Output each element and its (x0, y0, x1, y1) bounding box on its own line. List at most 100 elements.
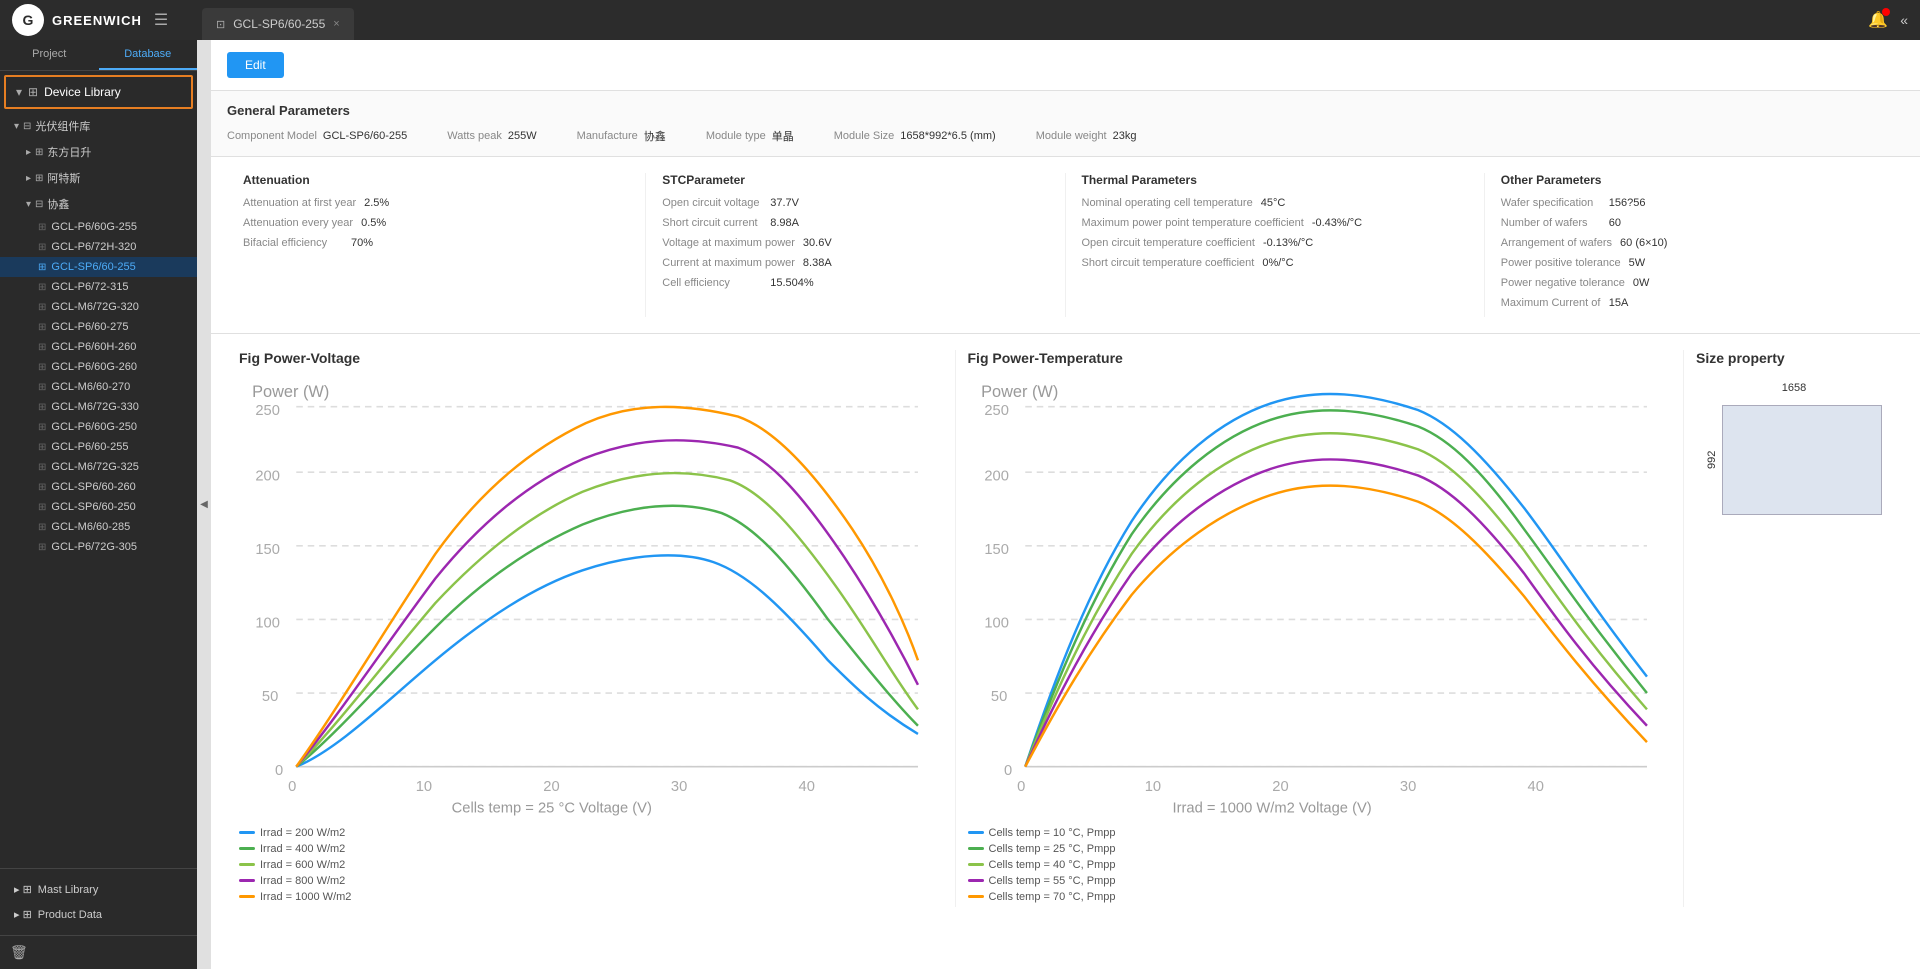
svg-text:200: 200 (984, 468, 1009, 484)
topbar-right: 🔔 « (1868, 10, 1908, 30)
tree-item-GCL-P6-60G-260[interactable]: ⊞GCL-P6/60G-260 (0, 357, 197, 377)
tree-item-GCL-M6-72G-330[interactable]: ⊞ GCL-M6/72G-330 (0, 397, 197, 417)
detail-key: Current at maximum power (662, 257, 795, 269)
legend-item: Irrad = 400 W/m2 (239, 843, 943, 855)
tree-item-GCL-M6-72G-320[interactable]: ⊞GCL-M6/72G-320 (0, 297, 197, 317)
svg-text:150: 150 (984, 542, 1009, 558)
collapse-arrow-icon: ◀ (200, 499, 208, 510)
module-label: GCL-P6/60-275 (51, 321, 128, 333)
detail-key: Open circuit voltage (662, 197, 762, 209)
tree-item-GCL-M6-60-285[interactable]: ⊞GCL-M6/60-285 (0, 517, 197, 537)
sidebar-mast-library[interactable]: ▸ ⊞ Mast Library (10, 877, 187, 902)
detail-row: Cell efficiency15.504% (662, 277, 1048, 289)
component-model-value: GCL-SP6/60-255 (323, 130, 407, 142)
detail-val: 70% (351, 237, 373, 249)
notification-bell-icon[interactable]: 🔔 (1868, 10, 1888, 30)
detail-val: 45°C (1261, 197, 1286, 209)
tree-item-GCL-P6-60G-250[interactable]: ⊞GCL-P6/60G-250 (0, 417, 197, 437)
legend-label: Irrad = 200 W/m2 (260, 827, 345, 839)
hamburger-icon[interactable]: ☰ (154, 10, 168, 30)
edit-button[interactable]: Edit (227, 52, 284, 78)
sidebar-product-data[interactable]: ▸ ⊞ Product Data (10, 902, 187, 927)
tree-item-GCL-P6-60-275[interactable]: ⊞ GCL-P6/60-275 (0, 317, 197, 337)
device-library-header[interactable]: ▾ ⊞ Device Library (4, 75, 193, 109)
svg-text:250: 250 (984, 403, 1009, 419)
nav-database[interactable]: Database (99, 40, 198, 70)
module-type-value: 单晶 (772, 128, 794, 144)
size-property: Size property 1658 992 (1684, 350, 1904, 907)
svg-text:20: 20 (543, 779, 559, 795)
dfrs-label: 东方日升 (47, 144, 91, 160)
mast-library-icon: ▸ ⊞ (14, 883, 32, 896)
module-icon: ⊞ (38, 322, 46, 333)
tree-item-GCL-P6-72-315[interactable]: ⊞GCL-P6/72-315 (0, 277, 197, 297)
svg-text:250: 250 (255, 403, 280, 419)
manufacture-label: Manufacture (577, 130, 638, 142)
legend-item: Cells temp = 10 °C, Pmpp (968, 827, 1672, 839)
detail-val: 5W (1629, 257, 1646, 269)
general-parameters-title: General Parameters (227, 103, 1904, 118)
detail-row: Short circuit temperature coefficient0%/… (1082, 257, 1468, 269)
tree-group-pvmodule: ▾ ⊟ 光伏组件库 ▸ ⊞ 东方日升 ▸ ⊞ (0, 113, 197, 557)
legend-label: Cells temp = 70 °C, Pmpp (989, 891, 1116, 903)
ats-folder-icon: ⊞ (35, 173, 43, 184)
chart2-legend: Cells temp = 10 °C, PmppCells temp = 25 … (968, 827, 1672, 903)
module-label: GCL-P6/72H-320 (51, 241, 136, 253)
tree-item-GCL-P6-60-255[interactable]: ⊞GCL-P6/60-255 (0, 437, 197, 457)
tab-close-button[interactable]: × (333, 18, 339, 30)
group-ats-header[interactable]: ▸ ⊞ 阿特斯 (0, 165, 197, 191)
pvmodule-expand-icon: ▾ (14, 121, 19, 132)
nav-project[interactable]: Project (0, 40, 99, 70)
size-diagram-rect (1722, 405, 1882, 515)
tree-item-GCL-M6-60-270[interactable]: ⊞GCL-M6/60-270 (0, 377, 197, 397)
tree-item-GCL-SP6-60-250[interactable]: ⊞GCL-SP6/60-250 (0, 497, 197, 517)
details-grid: Attenuation Attenuation at first year2.5… (211, 157, 1920, 334)
module-weight-label: Module weight (1036, 130, 1107, 142)
brand-name: GREENWICH (52, 13, 142, 28)
module-icon: ⊞ (38, 362, 46, 373)
group-pvmodule-header[interactable]: ▾ ⊟ 光伏组件库 (0, 113, 197, 139)
group-dfrs-header[interactable]: ▸ ⊞ 东方日升 (0, 139, 197, 165)
svg-text:0: 0 (1004, 763, 1012, 779)
mast-library-label: Mast Library (38, 884, 99, 896)
trash-icon[interactable]: 🗑 (10, 944, 28, 960)
module-icon: ⊞ (38, 442, 46, 453)
detail-key: Attenuation every year (243, 217, 353, 229)
detail-key: Short circuit temperature coefficient (1082, 257, 1255, 269)
detail-key: Power negative tolerance (1501, 277, 1625, 289)
tree-item-GCL-SP6-60-255[interactable]: ⊞GCL-SP6/60-255 (0, 257, 197, 277)
module-icon: ⊞ (38, 402, 46, 413)
module-size-value: 1658*992*6.5 (mm) (900, 130, 995, 142)
detail-row: Attenuation at first year2.5% (243, 197, 629, 209)
detail-key: Arrangement of wafers (1501, 237, 1612, 249)
tree-item-GCL-P6-60G-255[interactable]: ⊞GCL-P6/60G-255 (0, 217, 197, 237)
legend-color (239, 863, 255, 866)
toolbar: Edit (211, 40, 1920, 91)
legend-item: Cells temp = 70 °C, Pmpp (968, 891, 1672, 903)
legend-color (968, 879, 984, 882)
collapse-panel-icon[interactable]: « (1900, 12, 1908, 28)
thermal-rows: Nominal operating cell temperature45°CMa… (1082, 197, 1468, 269)
sidebar: Project Database ▾ ⊞ Device Library ▾ ⊟ … (0, 40, 197, 969)
tree-item-GCL-M6-72G-325[interactable]: ⊞GCL-M6/72G-325 (0, 457, 197, 477)
param-component-model: Component Model GCL-SP6/60-255 (227, 130, 407, 142)
tree-item-GCL-P6-72H-320[interactable]: ⊞GCL-P6/72H-320 (0, 237, 197, 257)
tree-item-GCL-SP6-60-260[interactable]: ⊞GCL-SP6/60-260 (0, 477, 197, 497)
group-xiejin-header[interactable]: ▾ ⊟ 协鑫 (0, 191, 197, 217)
sidebar-collapse-handle[interactable]: ◀ (197, 40, 211, 969)
module-label: GCL-M6/72G-330 (51, 401, 138, 413)
module-label: GCL-SP6/60-255 (51, 261, 135, 273)
module-label: GCL-P6/72-315 (51, 281, 128, 293)
detail-val: 8.38A (803, 257, 832, 269)
legend-item: Irrad = 1000 W/m2 (239, 891, 943, 903)
module-label: GCL-SP6/60-260 (51, 481, 135, 493)
tree-group-dfrs: ▸ ⊞ 东方日升 (0, 139, 197, 165)
tree-item-GCL-P6-72G-305[interactable]: ⊞GCL-P6/72G-305 (0, 537, 197, 557)
tree-item-GCL-P6-60H-260[interactable]: ⊞GCL-P6/60H-260 (0, 337, 197, 357)
module-icon: ⊞ (38, 462, 46, 473)
legend-color (239, 895, 255, 898)
tab-gcl[interactable]: ⊡ GCL-SP6/60-255 × (202, 8, 354, 40)
svg-text:10: 10 (416, 779, 432, 795)
product-data-icon: ▸ ⊞ (14, 908, 32, 921)
stc-col: STCParameter Open circuit voltage37.7VSh… (646, 173, 1065, 317)
